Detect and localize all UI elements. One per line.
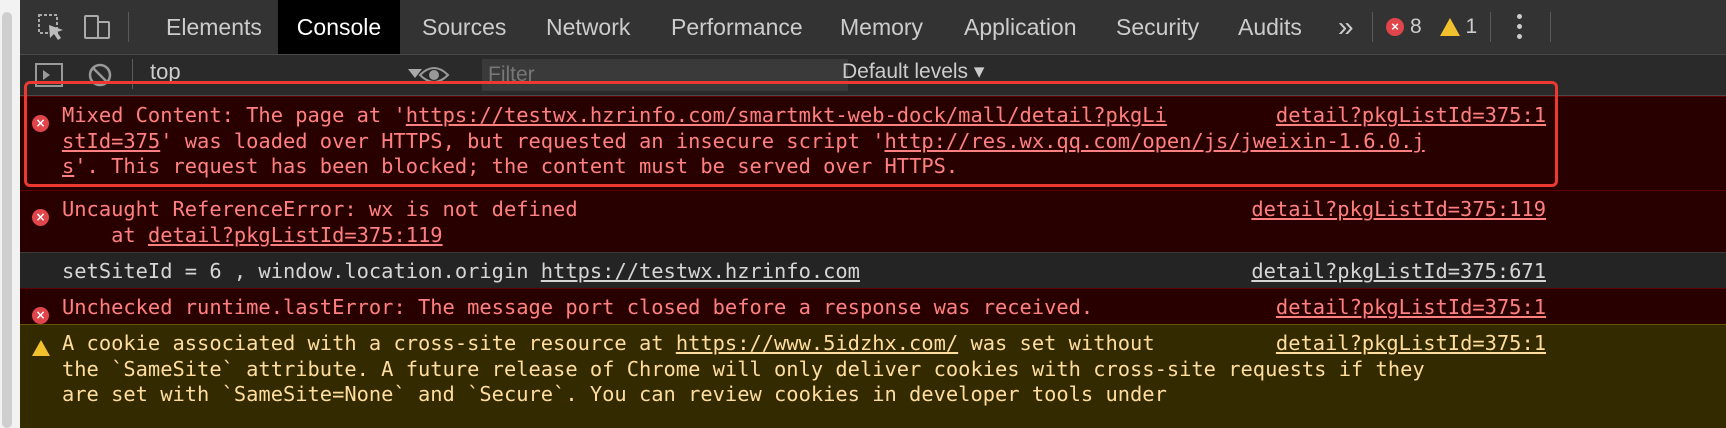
console-message-info: setSiteId = 6 , window.location.origin h…: [20, 252, 1726, 288]
tab-memory[interactable]: Memory: [840, 0, 923, 54]
message-segment: the `SameSite` attribute. A future relea…: [62, 356, 1425, 381]
message-line: the `SameSite` attribute. A future relea…: [62, 357, 1425, 383]
message-line: at detail?pkgListId=375:119: [62, 223, 578, 249]
execution-context-select[interactable]: top: [150, 59, 181, 85]
console-message-error: × Unchecked runtime.lastError: The messag…: [20, 288, 1726, 324]
tab-elements[interactable]: Elements: [166, 0, 262, 54]
toolbar-separator: [1490, 12, 1491, 42]
tab-application[interactable]: Application: [964, 0, 1077, 54]
show-sidebar-icon[interactable]: [34, 61, 64, 89]
message-segment: Mixed Content: The page at ': [62, 103, 406, 127]
error-icon: ×: [32, 300, 49, 326]
error-count-badge[interactable]: × 8 1: [1386, 0, 1477, 54]
message-text: A cookie associated with a cross-site re…: [62, 331, 1425, 408]
message-segment: Uncaught ReferenceError: wx is not defin…: [62, 197, 578, 221]
console-message-error: × Uncaught ReferenceError: wx is not defi…: [20, 190, 1726, 252]
console-toolbar: top Filter Default levels ▾: [20, 55, 1726, 96]
warning-count: 1: [1465, 15, 1478, 38]
toolbar-separator: [1372, 12, 1373, 42]
message-text: setSiteId = 6 , window.location.origin h…: [62, 259, 860, 285]
inspect-element-icon[interactable]: [36, 12, 66, 42]
message-line: Uncaught ReferenceError: wx is not defin…: [62, 197, 578, 223]
message-link[interactable]: s: [62, 154, 74, 178]
message-text: Unchecked runtime.lastError: The message…: [62, 295, 1093, 321]
message-segment: was set without: [958, 331, 1155, 355]
message-text: Uncaught ReferenceError: wx is not defin…: [62, 197, 578, 248]
error-icon: ×: [32, 108, 49, 134]
tab-performance[interactable]: Performance: [671, 0, 803, 54]
error-icon: ×: [1386, 18, 1404, 37]
console-message-warning: A cookie associated with a cross-site re…: [20, 324, 1726, 428]
message-segment: Unchecked runtime.lastError: The message…: [62, 295, 1094, 319]
source-link[interactable]: detail?pkgListId=375:1: [1276, 331, 1546, 357]
log-levels-select[interactable]: Default levels ▾: [842, 59, 984, 84]
error-count: 8: [1410, 15, 1422, 38]
device-toolbar-icon[interactable]: [82, 12, 112, 42]
filter-input[interactable]: Filter: [482, 59, 848, 91]
error-icon: ×: [32, 202, 49, 228]
message-segment: are set with `SameSite=None` and `Secure…: [62, 382, 1167, 406]
warning-icon: [1439, 18, 1460, 37]
message-segment: at: [62, 222, 148, 247]
message-link[interactable]: https://testwx.hzrinfo.com: [541, 259, 860, 283]
message-segment: '. This request has been blocked; the co…: [74, 154, 959, 178]
message-segment: A cookie associated with a cross-site re…: [62, 331, 676, 355]
customize-menu-icon[interactable]: [1517, 14, 1523, 44]
tab-security[interactable]: Security: [1116, 0, 1199, 54]
scrollbar[interactable]: [2, 12, 12, 428]
message-link[interactable]: stId=375: [62, 129, 160, 153]
message-line: stId=375' was loaded over HTTPS, but req…: [62, 129, 1425, 155]
toolbar-separator: [128, 12, 129, 42]
message-line: s'. This request has been blocked; the c…: [62, 154, 1425, 180]
source-link[interactable]: detail?pkgListId=375:1: [1276, 103, 1546, 129]
message-line: Mixed Content: The page at 'https://test…: [62, 103, 1425, 129]
tab-network[interactable]: Network: [546, 0, 630, 54]
tab-audits[interactable]: Audits: [1238, 0, 1302, 54]
message-line: setSiteId = 6 , window.location.origin h…: [62, 259, 860, 285]
tab-console[interactable]: Console: [278, 0, 400, 54]
console-message-error: × Mixed Content: The page at 'https://tes…: [20, 96, 1726, 190]
message-segment: ' was loaded over HTTPS, but requested a…: [160, 128, 885, 153]
source-link[interactable]: detail?pkgListId=375:119: [1251, 197, 1546, 223]
message-link[interactable]: detail?pkgListId=375:119: [148, 223, 443, 247]
toolbar-separator: [1550, 12, 1551, 42]
message-line: A cookie associated with a cross-site re…: [62, 331, 1425, 357]
devtools-panel: Elements Console Sources Network Perform…: [20, 0, 1726, 428]
clear-console-icon[interactable]: [86, 61, 114, 89]
tab-sources[interactable]: Sources: [422, 0, 506, 54]
message-link[interactable]: https://www.5idzhx.com/: [676, 331, 958, 355]
warning-icon: [32, 337, 50, 363]
toolbar-separator: [132, 59, 133, 89]
devtools-tab-bar: Elements Console Sources Network Perform…: [20, 0, 1726, 55]
message-segment: setSiteId = 6 , window.location.origin: [62, 259, 541, 283]
left-edge-strip: [0, 0, 20, 428]
source-link[interactable]: detail?pkgListId=375:671: [1251, 259, 1546, 285]
source-link[interactable]: detail?pkgListId=375:1: [1276, 295, 1546, 321]
more-tabs-button[interactable]: »: [1338, 0, 1354, 54]
message-line: are set with `SameSite=None` and `Secure…: [62, 382, 1425, 408]
message-text: Mixed Content: The page at 'https://test…: [62, 103, 1425, 180]
message-link[interactable]: http://res.wx.qq.com/open/js/jweixin-1.6…: [885, 129, 1425, 153]
eye-icon[interactable]: [418, 63, 450, 87]
message-line: Unchecked runtime.lastError: The message…: [62, 295, 1093, 321]
message-link[interactable]: https://testwx.hzrinfo.com/smartmkt-web-…: [406, 103, 1167, 127]
